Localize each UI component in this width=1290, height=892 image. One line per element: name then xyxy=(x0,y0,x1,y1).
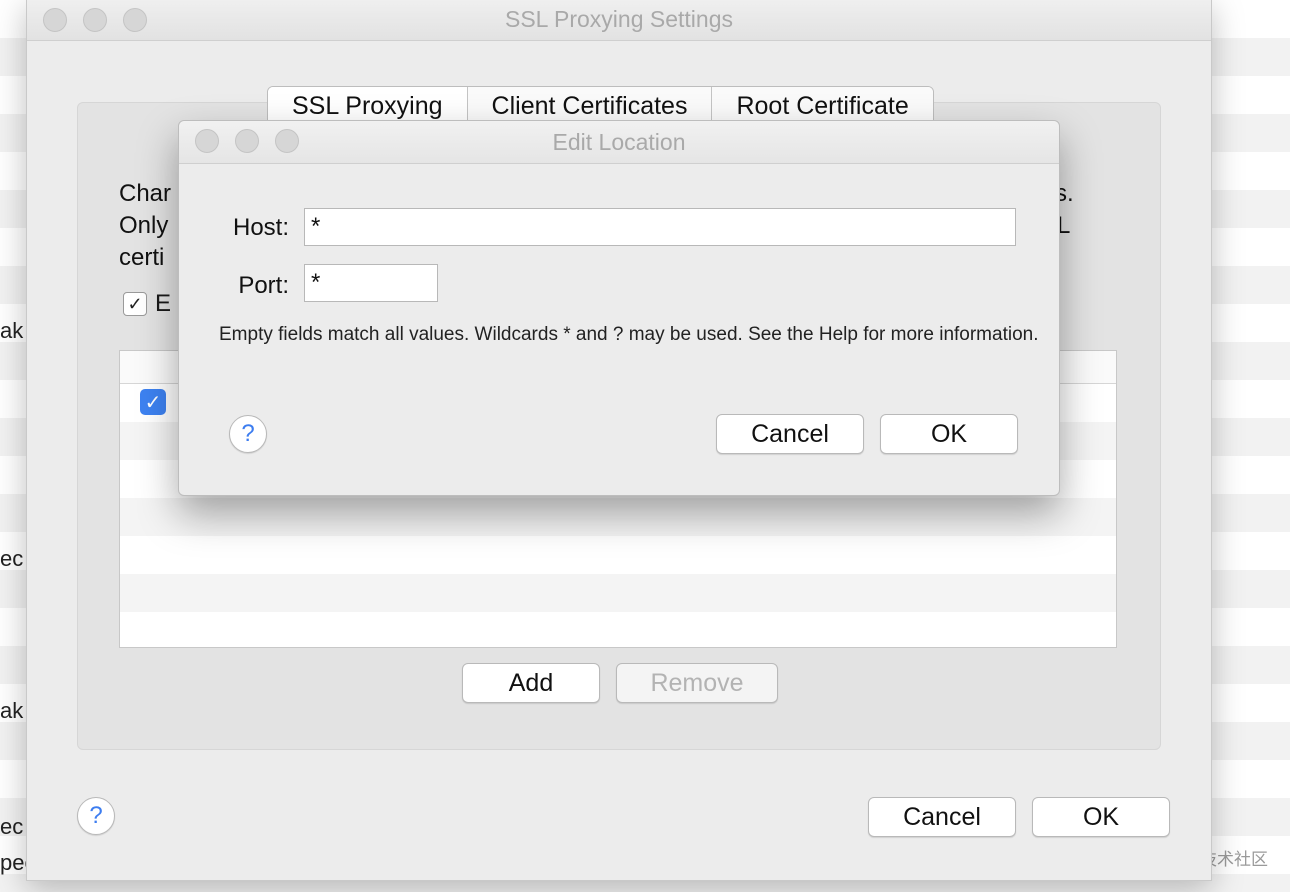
dialog-info-text: Empty fields match all values. Wildcards… xyxy=(219,324,1039,345)
description-text: Char Only certi xyxy=(119,178,171,274)
table-row xyxy=(120,536,1116,574)
cancel-button[interactable]: Cancel xyxy=(868,797,1016,837)
edit-location-dialog: Edit Location Host: * Port: * Empty fiel… xyxy=(178,120,1060,496)
window-titlebar: SSL Proxying Settings xyxy=(27,0,1211,41)
table-row xyxy=(120,498,1116,536)
description-line: Only xyxy=(119,212,169,239)
background-text: ak xyxy=(0,318,24,343)
help-button[interactable]: ? xyxy=(77,797,115,835)
dialog-cancel-button[interactable]: Cancel xyxy=(716,414,864,454)
description-line: Char xyxy=(119,180,172,207)
remove-button[interactable]: Remove xyxy=(616,663,778,703)
enable-label: E xyxy=(155,290,172,317)
dialog-ok-button[interactable]: OK xyxy=(880,414,1018,454)
ok-button[interactable]: OK xyxy=(1032,797,1170,837)
description-line: certi xyxy=(119,244,165,271)
dialog-title: Edit Location xyxy=(552,129,686,155)
port-input[interactable]: * xyxy=(304,264,438,302)
host-input[interactable]: * xyxy=(304,208,1016,246)
row-enabled-checkbox[interactable]: ✓ xyxy=(140,389,166,415)
port-label: Port: xyxy=(238,272,289,299)
enable-ssl-proxying-row[interactable]: ✓ E xyxy=(123,290,171,318)
table-row xyxy=(120,574,1116,612)
window-title: SSL Proxying Settings xyxy=(505,6,733,32)
dialog-help-button[interactable]: ? xyxy=(229,415,267,453)
host-label: Host: xyxy=(232,214,289,241)
add-button[interactable]: Add xyxy=(462,663,600,703)
background-text: ec xyxy=(0,814,24,839)
dialog-titlebar: Edit Location xyxy=(179,121,1059,164)
table-row xyxy=(120,612,1116,647)
background-text: ak xyxy=(0,698,24,723)
background-text: ec xyxy=(0,546,24,571)
enable-checkbox[interactable]: ✓ xyxy=(123,292,147,316)
